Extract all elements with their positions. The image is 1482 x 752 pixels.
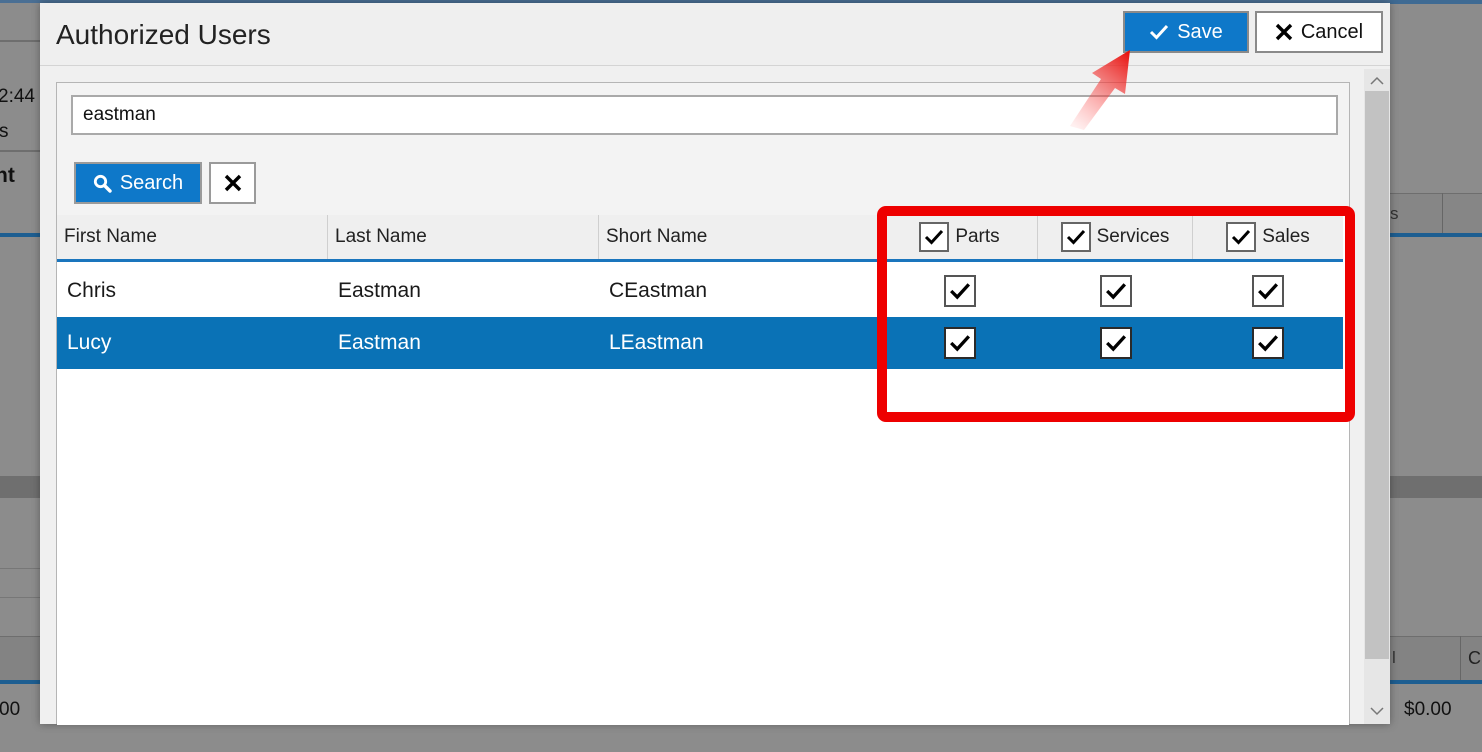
bg-left-lines-2 (0, 597, 40, 598)
bg-time-fragment: 2:44 / (0, 86, 46, 107)
column-header-label: First Name (64, 226, 157, 247)
x-icon (224, 174, 241, 192)
scroll-up-icon[interactable] (1368, 72, 1386, 90)
cell-first-name: Chris (67, 279, 117, 302)
bg-right-gray-band (1390, 476, 1482, 498)
bg-left-row (0, 636, 40, 680)
bg-left-gray-band (0, 476, 40, 498)
column-header-last-name[interactable]: Last Name (328, 215, 599, 259)
cancel-button-label: Cancel (1300, 20, 1364, 43)
scroll-thumb[interactable] (1365, 91, 1389, 659)
cell-first-name: Lucy (67, 331, 112, 354)
bg-col-fragment: s (1390, 204, 1399, 223)
bg-col-fragment-2: l (1392, 648, 1396, 667)
cell-short-name: LEastman (609, 331, 704, 354)
bg-bottom-band (0, 724, 1482, 752)
scroll-down-icon[interactable] (1368, 702, 1386, 720)
save-button[interactable]: Save (1123, 11, 1249, 53)
dialog-header: Authorized Users Save Cancel (40, 3, 1390, 66)
bg-right-blueline (1390, 233, 1482, 237)
x-icon (1275, 23, 1293, 41)
bg-right-col-divider (1442, 193, 1443, 235)
bg-money-left: 00 (0, 699, 21, 720)
bg-bold-fragment: nt (0, 164, 15, 187)
bg-money-right: $0.00 (1404, 699, 1452, 720)
bg-right-header-row (1390, 193, 1482, 235)
column-header-first-name[interactable]: First Name (57, 215, 328, 259)
vertical-scrollbar[interactable] (1364, 69, 1390, 724)
search-button[interactable]: Search (74, 162, 202, 204)
magnifier-icon (93, 174, 112, 193)
dialog-title: Authorized Users (56, 19, 271, 50)
bg-left-header (0, 150, 40, 152)
clear-search-button[interactable] (209, 162, 256, 204)
column-header-label: Short Name (606, 226, 708, 247)
bg-left-lines (0, 568, 40, 569)
check-icon (1150, 24, 1169, 40)
bg-right-top-border (1390, 0, 1482, 4)
cancel-button[interactable]: Cancel (1255, 11, 1383, 53)
column-header-short-name[interactable]: Short Name (599, 215, 882, 259)
bg-left-blueline (0, 233, 40, 237)
cell-last-name: Eastman (338, 279, 421, 302)
column-header-label: Last Name (335, 226, 427, 247)
search-button-label: Search (119, 171, 184, 194)
cell-last-name: Eastman (338, 331, 421, 354)
bg-right-blueline-2 (1390, 680, 1482, 684)
bg-text-fragment: s (0, 121, 9, 142)
bg-left-divider (0, 40, 40, 42)
annotation-highlight-box (877, 206, 1355, 422)
save-button-label: Save (1177, 20, 1223, 43)
bg-left-blueline-2 (0, 680, 40, 684)
bg-right-col-divider-2 (1460, 636, 1461, 680)
cell-short-name: CEastman (609, 279, 708, 302)
search-input[interactable] (71, 95, 1338, 135)
bg-col-fragment-3: C (1468, 648, 1481, 668)
